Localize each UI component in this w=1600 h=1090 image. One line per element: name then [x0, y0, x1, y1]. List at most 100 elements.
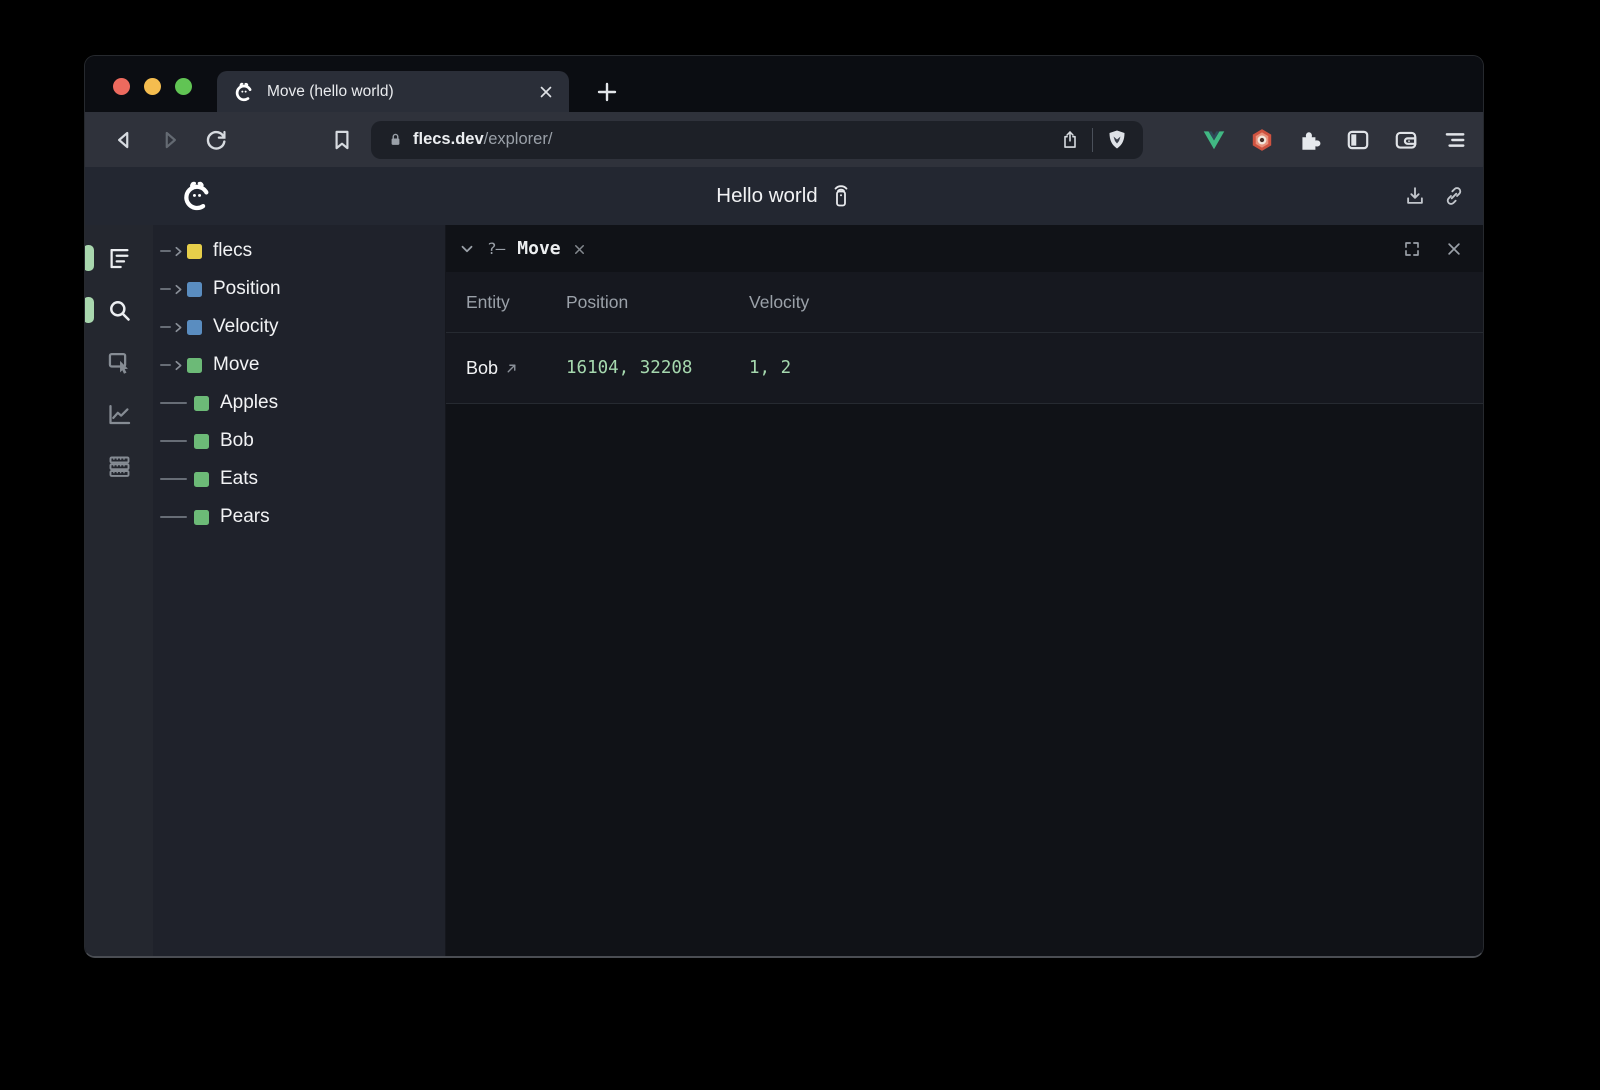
tree-connector: [160, 402, 187, 404]
tree-connector: [160, 326, 171, 328]
tree-connector: [160, 440, 187, 442]
chevron-down-icon[interactable]: [458, 240, 476, 258]
minimize-window-button[interactable]: [144, 78, 161, 95]
table-header-row: Entity Position Velocity: [446, 272, 1483, 333]
icon-rail: [85, 225, 153, 956]
tree-item-velocity[interactable]: Velocity: [153, 308, 445, 346]
tree-item-bob[interactable]: Bob: [153, 422, 445, 460]
maximize-window-button[interactable]: [175, 78, 192, 95]
rail-inspect-button[interactable]: [85, 336, 153, 388]
header-actions: [1404, 167, 1465, 225]
tree-item-label: Eats: [220, 468, 258, 490]
link-icon[interactable]: [1443, 185, 1465, 207]
table-row[interactable]: Bob 16104, 32208 1, 2: [446, 333, 1483, 404]
new-tab-button[interactable]: [595, 80, 619, 104]
divider: [1092, 128, 1093, 152]
tree-item-eats[interactable]: Eats: [153, 460, 445, 498]
tree-item-label: Velocity: [213, 316, 278, 338]
query-panel: ?– Move Entity Position Velocity: [446, 225, 1483, 956]
browser-tab[interactable]: Move (hello world): [217, 71, 569, 112]
chevron-right-icon[interactable]: [172, 359, 185, 372]
tree-item-label: Bob: [220, 430, 254, 452]
share-icon[interactable]: [1060, 130, 1080, 150]
url-text: flecs.dev/explorer/: [413, 130, 1060, 149]
chart-icon: [106, 401, 133, 428]
tree-item-position[interactable]: Position: [153, 270, 445, 308]
navigation-bar: flecs.dev/explorer/: [85, 112, 1483, 167]
tree-item-label: Apples: [220, 392, 278, 414]
tree-item-label: Move: [213, 354, 259, 376]
position-value: 16104, 32208: [566, 358, 749, 378]
tree-connector: [160, 250, 171, 252]
main-content: flecs Position Velocity Move: [85, 225, 1483, 956]
chevron-right-icon[interactable]: [172, 321, 185, 334]
tab-title: Move (hello world): [267, 83, 525, 101]
lock-icon: [387, 131, 404, 148]
tree-connector: [160, 516, 187, 518]
tree-connector: [160, 364, 171, 366]
close-window-button[interactable]: [113, 78, 130, 95]
rail-query-button[interactable]: [85, 284, 153, 336]
download-icon[interactable]: [1404, 185, 1426, 207]
sidebar-toggle-icon[interactable]: [1345, 127, 1371, 153]
rail-chart-button[interactable]: [85, 388, 153, 440]
search-icon: [106, 297, 133, 324]
tree-item-pears[interactable]: Pears: [153, 498, 445, 536]
extensions-puzzle-icon[interactable]: [1297, 127, 1323, 153]
extensions-row: [1201, 127, 1467, 153]
component-swatch: [187, 320, 202, 335]
bookmark-icon[interactable]: [329, 127, 355, 153]
query-kind-glyph: ?–: [487, 239, 504, 258]
address-bar[interactable]: flecs.dev/explorer/: [371, 121, 1143, 159]
rail-stats-button[interactable]: [85, 440, 153, 492]
brave-shield-icon[interactable]: [1105, 128, 1129, 152]
tree-item-label: flecs: [213, 240, 252, 262]
chevron-right-icon[interactable]: [172, 283, 185, 296]
tree-item-move[interactable]: Move: [153, 346, 445, 384]
velocity-value: 1, 2: [749, 358, 1483, 378]
tree-connector: [160, 478, 187, 480]
column-header-position: Position: [566, 292, 749, 313]
forward-button[interactable]: [157, 127, 183, 153]
browser-window: Move (hello world) flecs.dev/explorer/: [84, 55, 1484, 958]
tree-item-flecs[interactable]: flecs: [153, 232, 445, 270]
back-button[interactable]: [111, 127, 137, 153]
module-swatch: [187, 244, 202, 259]
query-clear-icon[interactable]: [572, 242, 587, 257]
url-domain: flecs.dev: [413, 130, 484, 148]
tree-item-apples[interactable]: Apples: [153, 384, 445, 422]
hexagon-extension-icon[interactable]: [1249, 127, 1275, 153]
chevron-right-icon[interactable]: [172, 245, 185, 258]
close-panel-icon[interactable]: [1445, 240, 1463, 258]
entity-tree-panel: flecs Position Velocity Move: [153, 225, 446, 956]
entity-swatch: [194, 396, 209, 411]
inspect-icon: [106, 349, 133, 376]
column-header-velocity: Velocity: [749, 292, 1483, 313]
flecs-logo-icon[interactable]: [180, 179, 214, 213]
menu-icon[interactable]: [1441, 127, 1467, 153]
entity-cell[interactable]: Bob: [466, 358, 566, 379]
tree-connector: [160, 288, 171, 290]
tree-item-label: Position: [213, 278, 281, 300]
reload-button[interactable]: [203, 127, 229, 153]
wallet-icon[interactable]: [1393, 127, 1419, 153]
window-controls: [113, 78, 192, 95]
flecs-favicon-icon: [233, 81, 255, 103]
component-swatch: [187, 282, 202, 297]
rail-tree-button[interactable]: [85, 232, 153, 284]
fullscreen-icon[interactable]: [1403, 240, 1421, 258]
entity-swatch: [187, 358, 202, 373]
query-results-table: Entity Position Velocity Bob 16104, 3220…: [446, 272, 1483, 404]
vue-devtools-icon[interactable]: [1201, 127, 1227, 153]
entity-name[interactable]: Bob: [466, 358, 498, 379]
query-title: Move: [517, 238, 560, 259]
entity-swatch: [194, 510, 209, 525]
url-path: /explorer/: [484, 130, 553, 148]
tab-close-icon[interactable]: [537, 83, 555, 101]
tree-item-label: Pears: [220, 506, 270, 528]
remote-connection-icon[interactable]: [830, 183, 852, 209]
query-panel-header: ?– Move: [446, 225, 1483, 272]
open-entity-arrow-icon[interactable]: [505, 362, 518, 375]
tree-icon: [106, 245, 133, 272]
world-title: Hello world: [716, 184, 817, 208]
